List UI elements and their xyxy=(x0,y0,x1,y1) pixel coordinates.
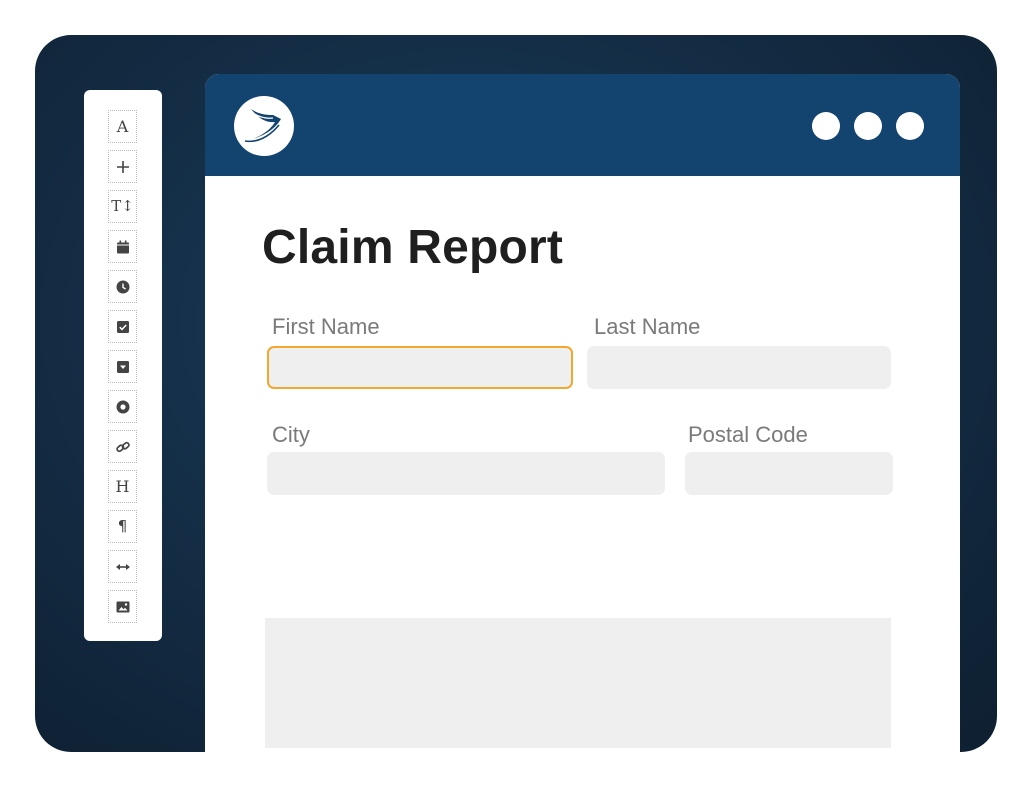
brand-logo xyxy=(234,96,294,156)
window-titlebar xyxy=(205,74,960,176)
image-tool[interactable] xyxy=(108,590,137,623)
clock-icon xyxy=(116,280,129,293)
form-window: Claim Report First Name Last Name City P… xyxy=(205,74,960,790)
divider-tool[interactable] xyxy=(108,550,137,583)
radio-tool[interactable] xyxy=(108,390,137,423)
text-size-tool[interactable]: T↕ xyxy=(108,190,137,223)
dropdown-tool[interactable] xyxy=(108,350,137,383)
menu-dot[interactable] xyxy=(896,112,924,140)
link-tool[interactable] xyxy=(108,430,137,463)
city-label: City xyxy=(272,422,310,447)
city-field[interactable] xyxy=(267,452,665,495)
text-icon: A xyxy=(116,116,129,136)
link-icon xyxy=(115,441,130,452)
calendar-icon xyxy=(116,240,129,253)
checkbox-tool[interactable] xyxy=(108,310,137,343)
text-area-placeholder[interactable] xyxy=(265,618,891,748)
form-builder-toolbar: A T↕ H ¶ xyxy=(84,90,162,641)
paragraph-tool[interactable]: ¶ xyxy=(108,510,137,543)
plus-icon xyxy=(116,160,129,173)
window-controls xyxy=(812,112,924,140)
paper-plane-logo-icon xyxy=(244,109,281,143)
menu-dot[interactable] xyxy=(854,112,882,140)
first-name-label: First Name xyxy=(272,314,380,339)
time-tool[interactable] xyxy=(108,270,137,303)
text-tool[interactable]: A xyxy=(108,110,137,143)
last-name-label: Last Name xyxy=(594,314,701,339)
resize-horizontal-icon xyxy=(115,563,130,570)
form-content: Claim Report First Name Last Name City P… xyxy=(205,176,957,790)
paragraph-icon: ¶ xyxy=(117,517,128,535)
heading-tool[interactable]: H xyxy=(108,470,137,503)
radio-icon xyxy=(116,400,129,413)
first-name-field[interactable] xyxy=(267,346,573,389)
heading-icon: H xyxy=(115,476,130,496)
text-size-icon: T↕ xyxy=(111,197,134,215)
checkbox-icon xyxy=(116,320,129,333)
postal-code-field[interactable] xyxy=(685,452,893,495)
last-name-field[interactable] xyxy=(587,346,891,389)
add-tool[interactable] xyxy=(108,150,137,183)
page-title: Claim Report xyxy=(262,221,564,274)
menu-dot[interactable] xyxy=(812,112,840,140)
date-tool[interactable] xyxy=(108,230,137,263)
image-icon xyxy=(116,601,129,612)
dropdown-icon xyxy=(116,360,129,373)
postal-code-label: Postal Code xyxy=(688,422,808,447)
